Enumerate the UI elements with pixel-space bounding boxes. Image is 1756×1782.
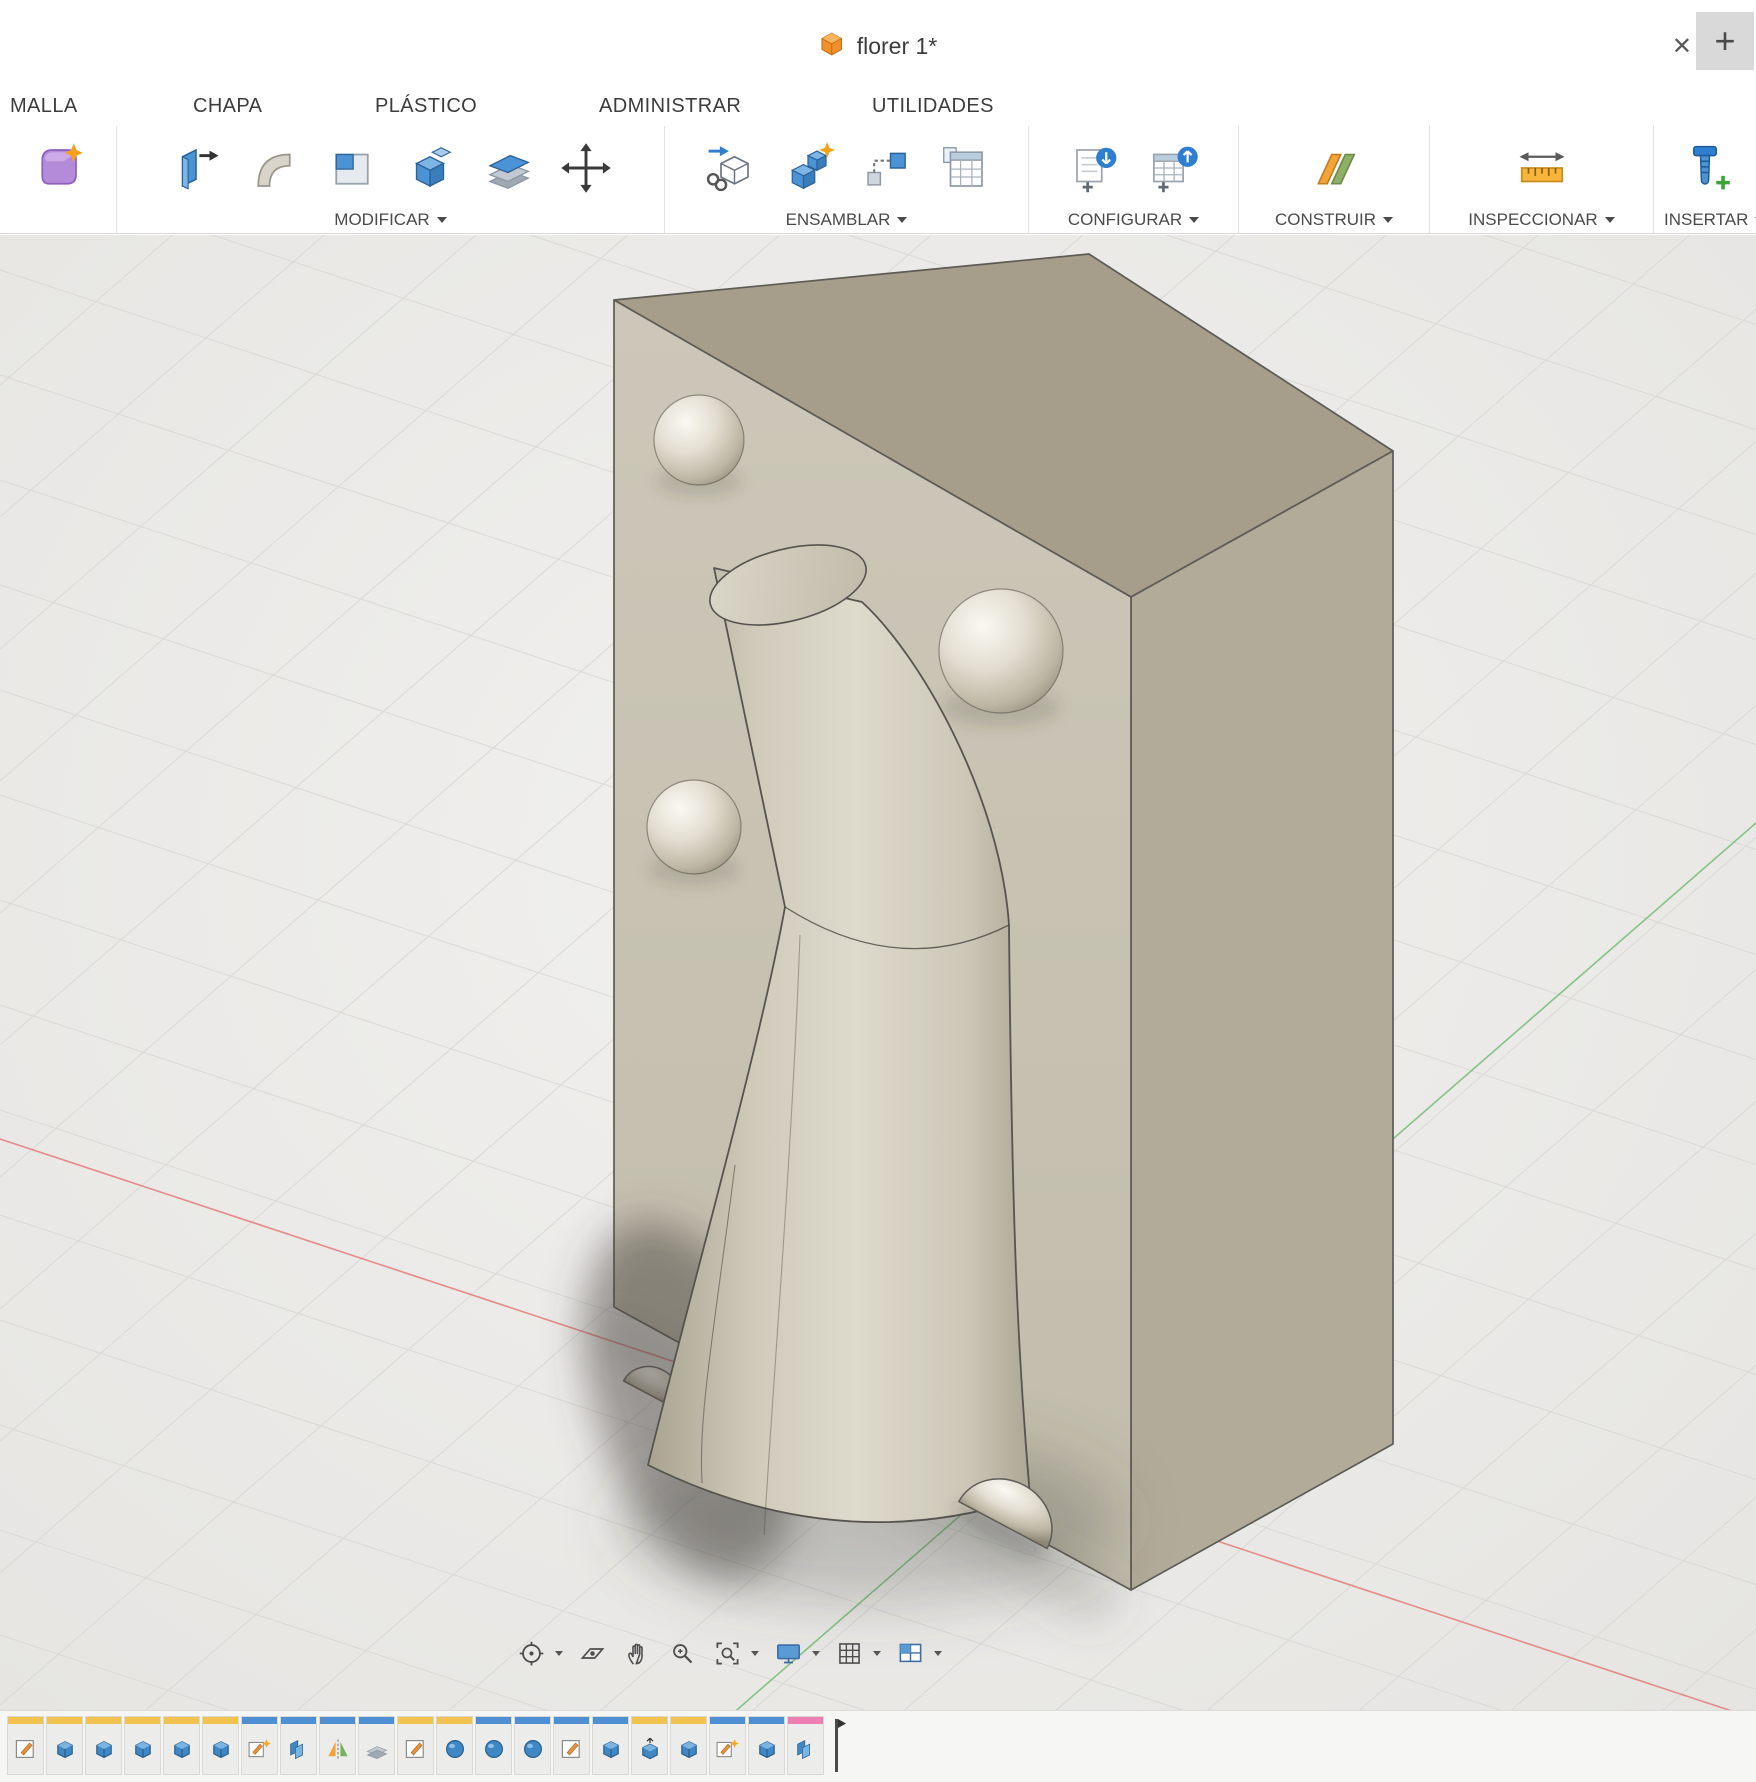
timeline-item-sketch[interactable] xyxy=(553,1716,590,1775)
tab-utilidades[interactable]: UTILIDADES xyxy=(872,95,994,118)
timeline-item-sphere[interactable] xyxy=(436,1716,473,1775)
timeline-item-extrude-arrow[interactable] xyxy=(631,1716,668,1775)
tab-administrar[interactable]: ADMINISTRAR xyxy=(599,95,741,118)
configuration-table-icon[interactable] xyxy=(1144,139,1202,197)
timeline-item-extrude[interactable] xyxy=(670,1716,707,1775)
document-title: florer 1* xyxy=(856,32,938,59)
new-component-icon[interactable] xyxy=(701,139,759,197)
timeline-item-sketch[interactable] xyxy=(397,1716,434,1775)
chevron-down-icon xyxy=(897,216,908,223)
align-icon[interactable] xyxy=(857,139,915,197)
viewports-button[interactable] xyxy=(894,1637,926,1669)
viewport-3d[interactable] xyxy=(0,235,1756,1782)
zoom-fit-button[interactable] xyxy=(711,1637,743,1669)
timeline-item-extrude[interactable] xyxy=(163,1716,200,1775)
zoom-button[interactable] xyxy=(666,1637,698,1669)
timeline-item-press-pull[interactable] xyxy=(787,1716,824,1775)
tab-chapa[interactable]: CHAPA xyxy=(193,95,262,118)
bom-table-icon[interactable] xyxy=(935,139,993,197)
timeline-item-press-pull[interactable] xyxy=(280,1716,317,1775)
timeline-item-extrude[interactable] xyxy=(85,1716,122,1775)
configuration-icon[interactable] xyxy=(1066,139,1124,197)
display-settings-button[interactable] xyxy=(772,1637,804,1669)
group-label-ensamblar[interactable]: ENSAMBLAR xyxy=(665,206,1028,233)
timeline-item-extrude[interactable] xyxy=(748,1716,785,1775)
sphere-bump-right[interactable] xyxy=(938,588,1064,714)
timeline-item-extrude[interactable] xyxy=(46,1716,83,1775)
chevron-down-icon[interactable] xyxy=(751,1650,759,1656)
ribbon-tabbar: MALLA CHAPA PLÁSTICO ADMINISTRAR UTILIDA… xyxy=(0,92,1756,126)
sphere-bump-top[interactable] xyxy=(653,394,745,486)
toolbar-group-crear-forma xyxy=(0,126,117,233)
chevron-down-icon xyxy=(436,216,447,223)
insert-fastener-icon[interactable] xyxy=(1676,139,1734,197)
toolbar-group-construir: CONSTRUIR xyxy=(1239,126,1430,233)
timeline-item-sphere[interactable] xyxy=(475,1716,512,1775)
timeline-marker[interactable] xyxy=(828,1716,846,1780)
toolbar-group-inspeccionar: INSPECCIONAR xyxy=(1430,126,1654,233)
orbit-button[interactable] xyxy=(515,1637,547,1669)
group-label-modificar[interactable]: MODIFICAR xyxy=(117,206,664,233)
new-document-tab-button[interactable]: + xyxy=(1696,12,1754,70)
grid-snaps-button[interactable] xyxy=(833,1637,865,1669)
chevron-down-icon xyxy=(1604,216,1615,223)
close-document-button[interactable]: ✕ xyxy=(1672,32,1692,61)
toolbar-group-configurar: CONFIGURAR xyxy=(1029,126,1239,233)
timeline-bar xyxy=(0,1710,1756,1782)
toolbar-group-ensamblar: ENSAMBLAR xyxy=(665,126,1029,233)
toolbar-group-modificar: MODIFICAR xyxy=(117,126,665,233)
chevron-down-icon[interactable] xyxy=(934,1650,942,1656)
group-label-construir[interactable]: CONSTRUIR xyxy=(1239,206,1429,233)
joint-icon[interactable] xyxy=(779,139,837,197)
timeline-item-offset[interactable] xyxy=(358,1716,395,1775)
timeline-item-extrude[interactable] xyxy=(124,1716,161,1775)
tab-malla[interactable]: MALLA xyxy=(10,95,78,118)
timeline-item-extrude[interactable] xyxy=(202,1716,239,1775)
timeline-item-sketch-star[interactable] xyxy=(241,1716,278,1775)
construction-plane-icon[interactable] xyxy=(1305,139,1363,197)
document-cube-icon xyxy=(819,31,845,62)
timeline-items xyxy=(6,1716,825,1775)
group-label-inspeccionar[interactable]: INSPECCIONAR xyxy=(1430,206,1653,233)
chevron-down-icon[interactable] xyxy=(812,1650,820,1656)
timeline-item-sketch-star[interactable] xyxy=(709,1716,746,1775)
timeline-item-extrude[interactable] xyxy=(592,1716,629,1775)
look-at-button[interactable] xyxy=(576,1637,608,1669)
offset-face-icon[interactable] xyxy=(479,139,537,197)
sphere-bump-left[interactable] xyxy=(646,779,742,875)
fillet-icon[interactable] xyxy=(245,139,303,197)
move-copy-icon[interactable] xyxy=(557,139,615,197)
toolbar-group-insertar: INSERTAR xyxy=(1654,126,1756,233)
group-label-insertar[interactable]: INSERTAR xyxy=(1654,206,1756,233)
chevron-down-icon[interactable] xyxy=(555,1650,563,1656)
group-label-crear-forma xyxy=(0,206,116,233)
measure-icon[interactable] xyxy=(1513,139,1571,197)
chevron-down-icon xyxy=(1189,216,1200,223)
ribbon-toolbar: MODIFICAR ENSAMBLAR CONFIGURAR CONSTRUIR… xyxy=(0,126,1756,234)
pan-button[interactable] xyxy=(621,1637,653,1669)
timeline-item-mirror[interactable] xyxy=(319,1716,356,1775)
shell-icon[interactable] xyxy=(323,139,381,197)
document-tab[interactable]: florer 1* xyxy=(819,0,938,92)
combine-icon[interactable] xyxy=(401,139,459,197)
model-body[interactable] xyxy=(542,253,1394,1630)
timeline-item-sphere[interactable] xyxy=(514,1716,551,1775)
press-pull-icon[interactable] xyxy=(167,139,225,197)
create-form-icon[interactable] xyxy=(29,139,87,197)
titlebar: florer 1* ✕ + xyxy=(0,0,1756,92)
group-label-configurar[interactable]: CONFIGURAR xyxy=(1029,206,1238,233)
timeline-item-sketch[interactable] xyxy=(7,1716,44,1775)
chevron-down-icon[interactable] xyxy=(873,1650,881,1656)
chevron-down-icon xyxy=(1383,216,1394,223)
view-navbar xyxy=(515,1637,942,1669)
tab-plastico[interactable]: PLÁSTICO xyxy=(375,95,477,118)
